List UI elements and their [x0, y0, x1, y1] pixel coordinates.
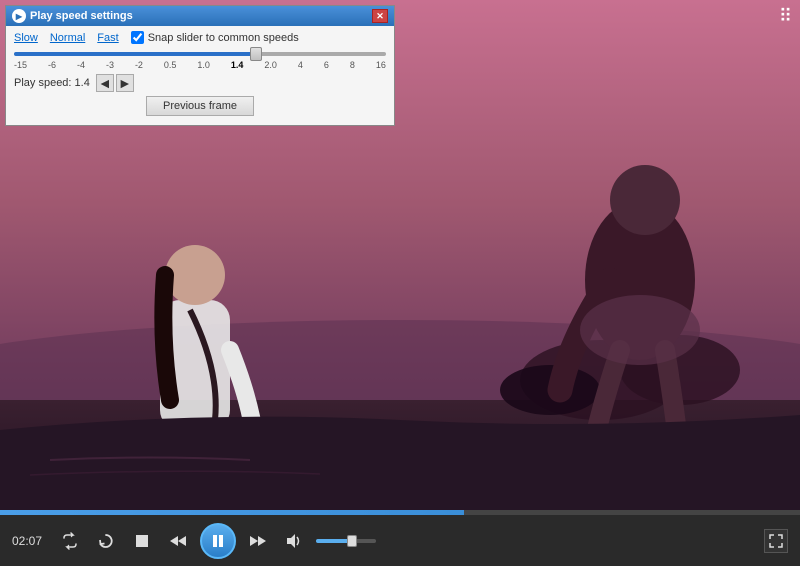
forward-icon: [249, 532, 267, 550]
time-display: 02:07: [12, 534, 48, 548]
stop-button[interactable]: [128, 527, 156, 555]
controls-row: 02:07: [0, 515, 800, 566]
snap-row: Snap slider to common speeds: [131, 31, 299, 44]
progress-fill: [0, 510, 464, 515]
forward-button[interactable]: [244, 527, 272, 555]
speed-popup-header: ▶ Play speed settings ✕: [6, 6, 394, 26]
dots-icon[interactable]: ⠿: [779, 6, 792, 27]
fullscreen-icon: [769, 534, 783, 548]
volume-slider[interactable]: [316, 539, 376, 543]
volume-thumb[interactable]: [347, 535, 357, 547]
previous-frame-button[interactable]: Previous frame: [146, 96, 254, 116]
snap-label: Snap slider to common speeds: [148, 32, 299, 44]
speed-popup: ▶ Play speed settings ✕ Slow Normal Fast…: [5, 5, 395, 126]
play-pause-button[interactable]: [200, 523, 236, 559]
fullscreen-button[interactable]: [764, 529, 788, 553]
volume-icon: [285, 532, 303, 550]
slow-link[interactable]: Slow: [14, 32, 38, 44]
controls-bar: 02:07: [0, 510, 800, 566]
speed-slider-thumb[interactable]: [250, 47, 262, 61]
play-speed-label: Play speed: 1.4: [14, 77, 90, 89]
header-icon: ▶: [12, 9, 26, 23]
speed-popup-close-button[interactable]: ✕: [372, 9, 388, 23]
refresh-icon: [97, 532, 115, 550]
rewind-icon: [169, 532, 187, 550]
speed-slider-track[interactable]: [14, 52, 386, 56]
speed-decrease-button[interactable]: ◄: [96, 74, 114, 92]
repeat-icon: [61, 532, 79, 550]
stop-icon: [134, 533, 150, 549]
speed-slider-container: -15 -6 -4 -3 -2 0.5 1.0 1.4 2.0 4 6 8 16: [14, 52, 386, 70]
rewind-button[interactable]: [164, 527, 192, 555]
volume-button[interactable]: [280, 527, 308, 555]
speed-increase-button[interactable]: ►: [116, 74, 134, 92]
normal-link[interactable]: Normal: [50, 32, 85, 44]
speed-popup-title: Play speed settings: [30, 10, 133, 22]
speed-stepper: ◄ ►: [96, 74, 134, 92]
slider-labels: -15 -6 -4 -3 -2 0.5 1.0 1.4 2.0 4 6 8 16: [14, 60, 386, 70]
fast-link[interactable]: Fast: [97, 32, 118, 44]
snap-checkbox[interactable]: [131, 31, 144, 44]
pause-icon: [210, 533, 226, 549]
progress-bar-container[interactable]: [0, 510, 800, 515]
refresh-button[interactable]: [92, 527, 120, 555]
repeat-button[interactable]: [56, 527, 84, 555]
play-speed-row: Play speed: 1.4 ◄ ►: [14, 74, 386, 92]
